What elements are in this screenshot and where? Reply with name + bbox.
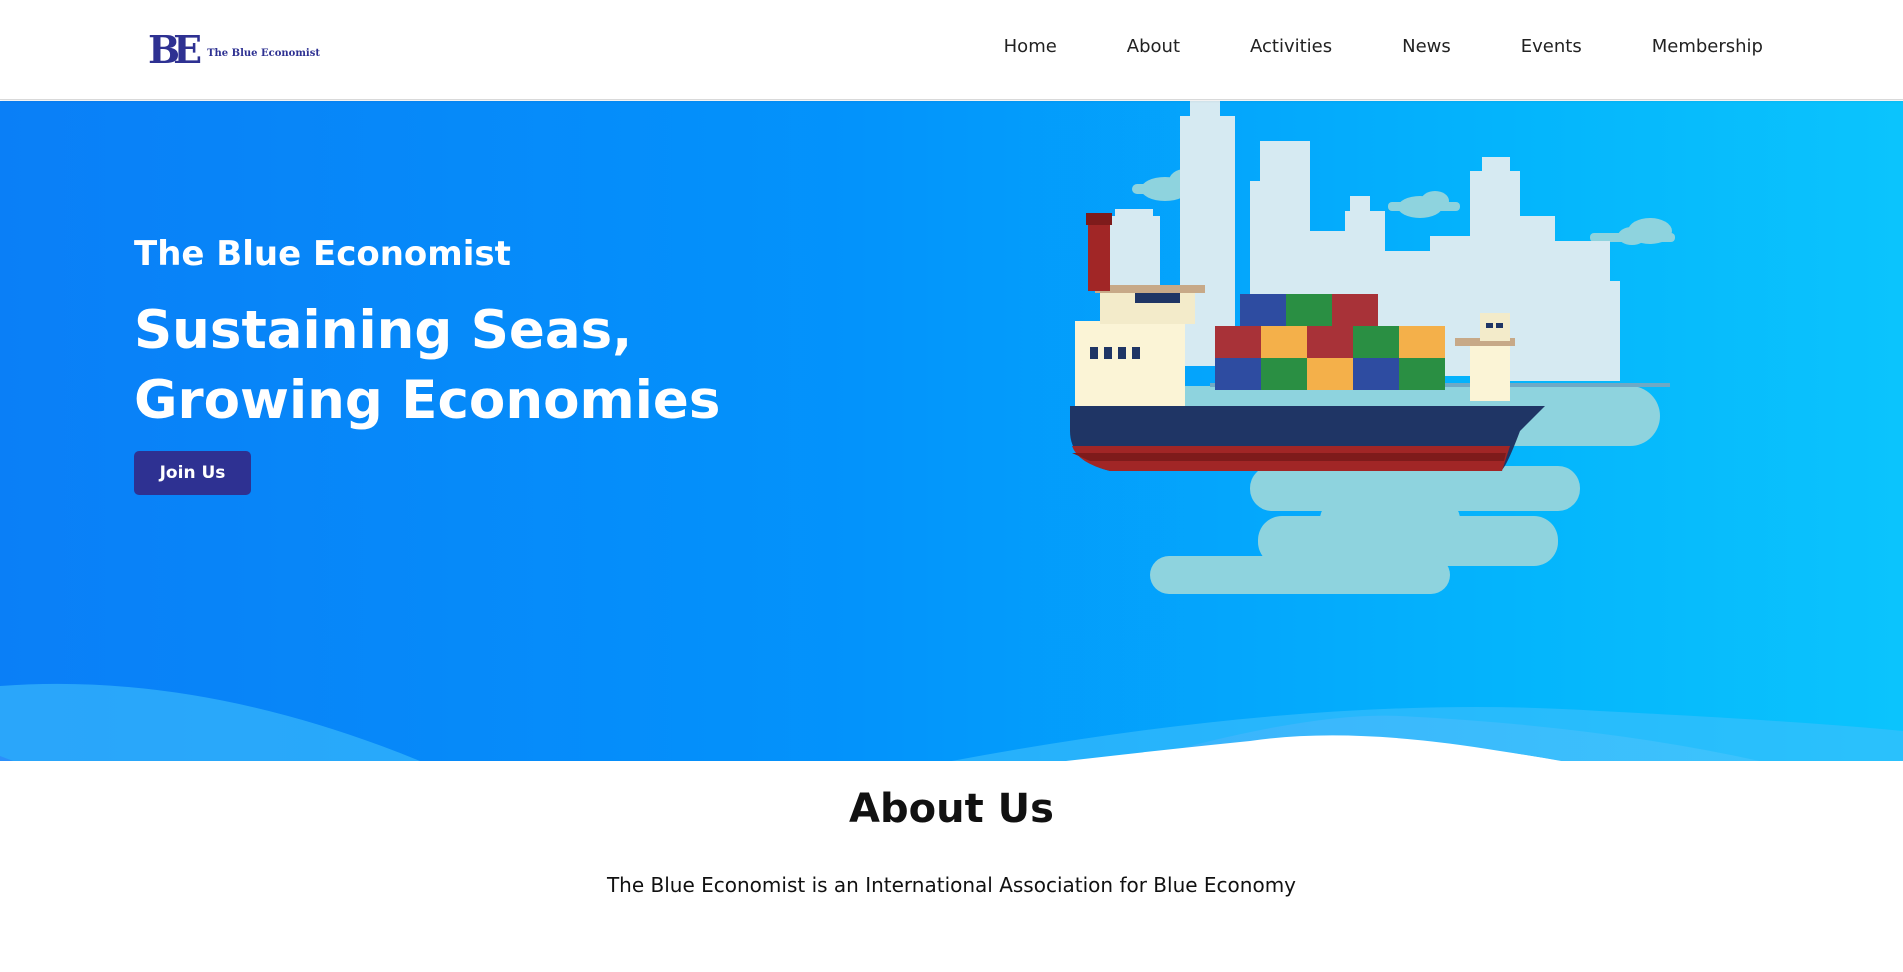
hero-headline-line1: Sustaining Seas, — [134, 300, 633, 361]
main-nav: Home About Activities News Events Member… — [934, 36, 1763, 57]
logo-mark: BE — [148, 27, 202, 72]
join-us-button[interactable]: Join Us — [134, 451, 251, 495]
hero-brand: The Blue Economist — [134, 234, 511, 274]
site-logo[interactable]: BE The Blue Economist — [148, 31, 320, 69]
cargo-ship-illustration — [1070, 101, 1675, 594]
hero-waves — [0, 683, 1903, 761]
nav-activities[interactable]: Activities — [1250, 36, 1332, 57]
hero-headline: Sustaining Seas, Growing Economies — [134, 296, 720, 436]
nav-news[interactable]: News — [1402, 36, 1451, 57]
hero-headline-line2: Growing Economies — [134, 370, 721, 431]
about-title: About Us — [849, 786, 1054, 832]
nav-about[interactable]: About — [1127, 36, 1180, 57]
hero-section: The Blue Economist Sustaining Seas, Grow… — [0, 101, 1903, 761]
logo-text: The Blue Economist — [207, 47, 320, 59]
site-header: BE The Blue Economist Home About Activit… — [0, 0, 1903, 100]
about-description: The Blue Economist is an International A… — [606, 873, 1297, 897]
nav-membership[interactable]: Membership — [1652, 36, 1763, 57]
nav-events[interactable]: Events — [1521, 36, 1582, 57]
nav-home[interactable]: Home — [1004, 36, 1057, 57]
